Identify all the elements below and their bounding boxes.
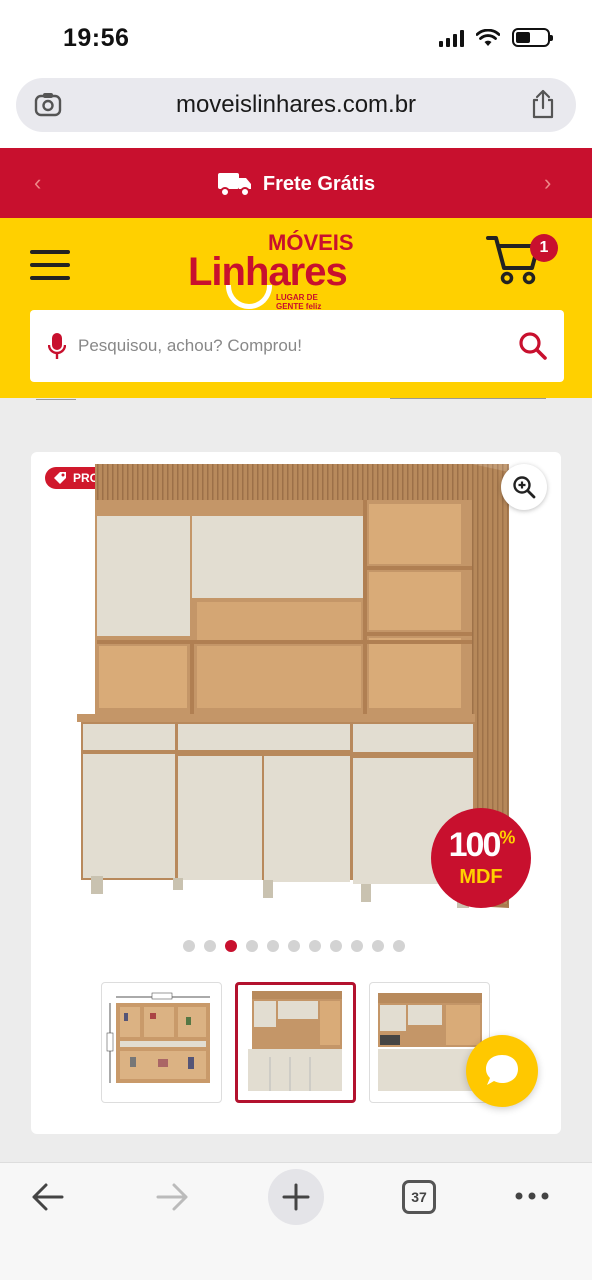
forward-icon[interactable] [154, 1179, 190, 1215]
share-icon[interactable] [530, 89, 556, 119]
more-icon[interactable] [514, 1191, 550, 1201]
store-logo[interactable]: MÓVEIS Linhares LUGAR DE GENTE feliz [188, 230, 368, 320]
gallery-dot[interactable] [204, 940, 216, 952]
logo-tagline-1: LUGAR DE [276, 293, 318, 302]
product-gallery-card: PROMOÇÃO [31, 452, 561, 1134]
breadcrumb-clipped [0, 398, 592, 406]
cart-button[interactable]: 1 [486, 234, 558, 291]
site-header: MÓVEIS Linhares LUGAR DE GENTE feliz 1 [0, 218, 592, 398]
battery-icon [512, 28, 553, 47]
mdf-percent: 100 [448, 826, 502, 864]
browser-toolbar: 37 [0, 1162, 592, 1280]
gallery-dot[interactable] [393, 940, 405, 952]
gallery-dot[interactable] [246, 940, 258, 952]
address-bar[interactable]: moveislinhares.com.br [16, 78, 576, 132]
gallery-dot[interactable] [288, 940, 300, 952]
status-time: 19:56 [63, 24, 130, 52]
price-tag-icon [54, 472, 66, 484]
status-icons [439, 28, 553, 47]
gallery-dot[interactable] [372, 940, 384, 952]
gallery-dot[interactable] [330, 940, 342, 952]
gallery-dot[interactable] [267, 940, 279, 952]
banner-next-icon[interactable]: › [544, 170, 551, 196]
wifi-icon [476, 28, 500, 46]
truck-icon [217, 173, 251, 197]
url-text[interactable]: moveislinhares.com.br [16, 91, 576, 119]
microphone-icon[interactable] [48, 332, 66, 360]
new-tab-button[interactable] [268, 1169, 324, 1225]
gallery-dot[interactable] [183, 940, 195, 952]
cart-count-badge: 1 [530, 234, 558, 262]
plus-icon [282, 1183, 310, 1211]
zoom-in-icon [513, 476, 536, 499]
thumbnail-front-image [248, 991, 342, 1091]
status-bar: 19:56 [0, 0, 592, 74]
thumbnail-dimensions[interactable] [101, 982, 222, 1103]
search-box[interactable] [30, 310, 564, 382]
gallery-dot[interactable] [309, 940, 321, 952]
search-input[interactable] [78, 310, 498, 382]
cell-signal-icon [439, 29, 464, 47]
search-icon[interactable] [518, 331, 548, 361]
gallery-thumbnails [101, 982, 490, 1103]
back-icon[interactable] [30, 1179, 66, 1215]
mdf-100-badge: 100% MDF [431, 808, 531, 908]
chat-button[interactable] [466, 1035, 538, 1107]
logo-smile [226, 285, 272, 309]
menu-icon[interactable] [30, 250, 70, 289]
thumbnail-dimensions-image [106, 992, 210, 1083]
gallery-dot[interactable] [351, 940, 363, 952]
mdf-label: MDF [459, 866, 503, 888]
chat-bubble-icon [486, 1055, 518, 1085]
zoom-button[interactable] [501, 464, 547, 510]
gallery-dot[interactable] [225, 940, 237, 952]
gallery-pagination [183, 940, 405, 952]
free-shipping-banner: ‹ Frete Grátis › [0, 148, 592, 218]
mdf-percent-sign: % [499, 827, 515, 848]
thumbnail-front-selected[interactable] [235, 982, 356, 1103]
banner-text: Frete Grátis [262, 172, 376, 195]
tabs-button[interactable]: 37 [402, 1180, 436, 1214]
